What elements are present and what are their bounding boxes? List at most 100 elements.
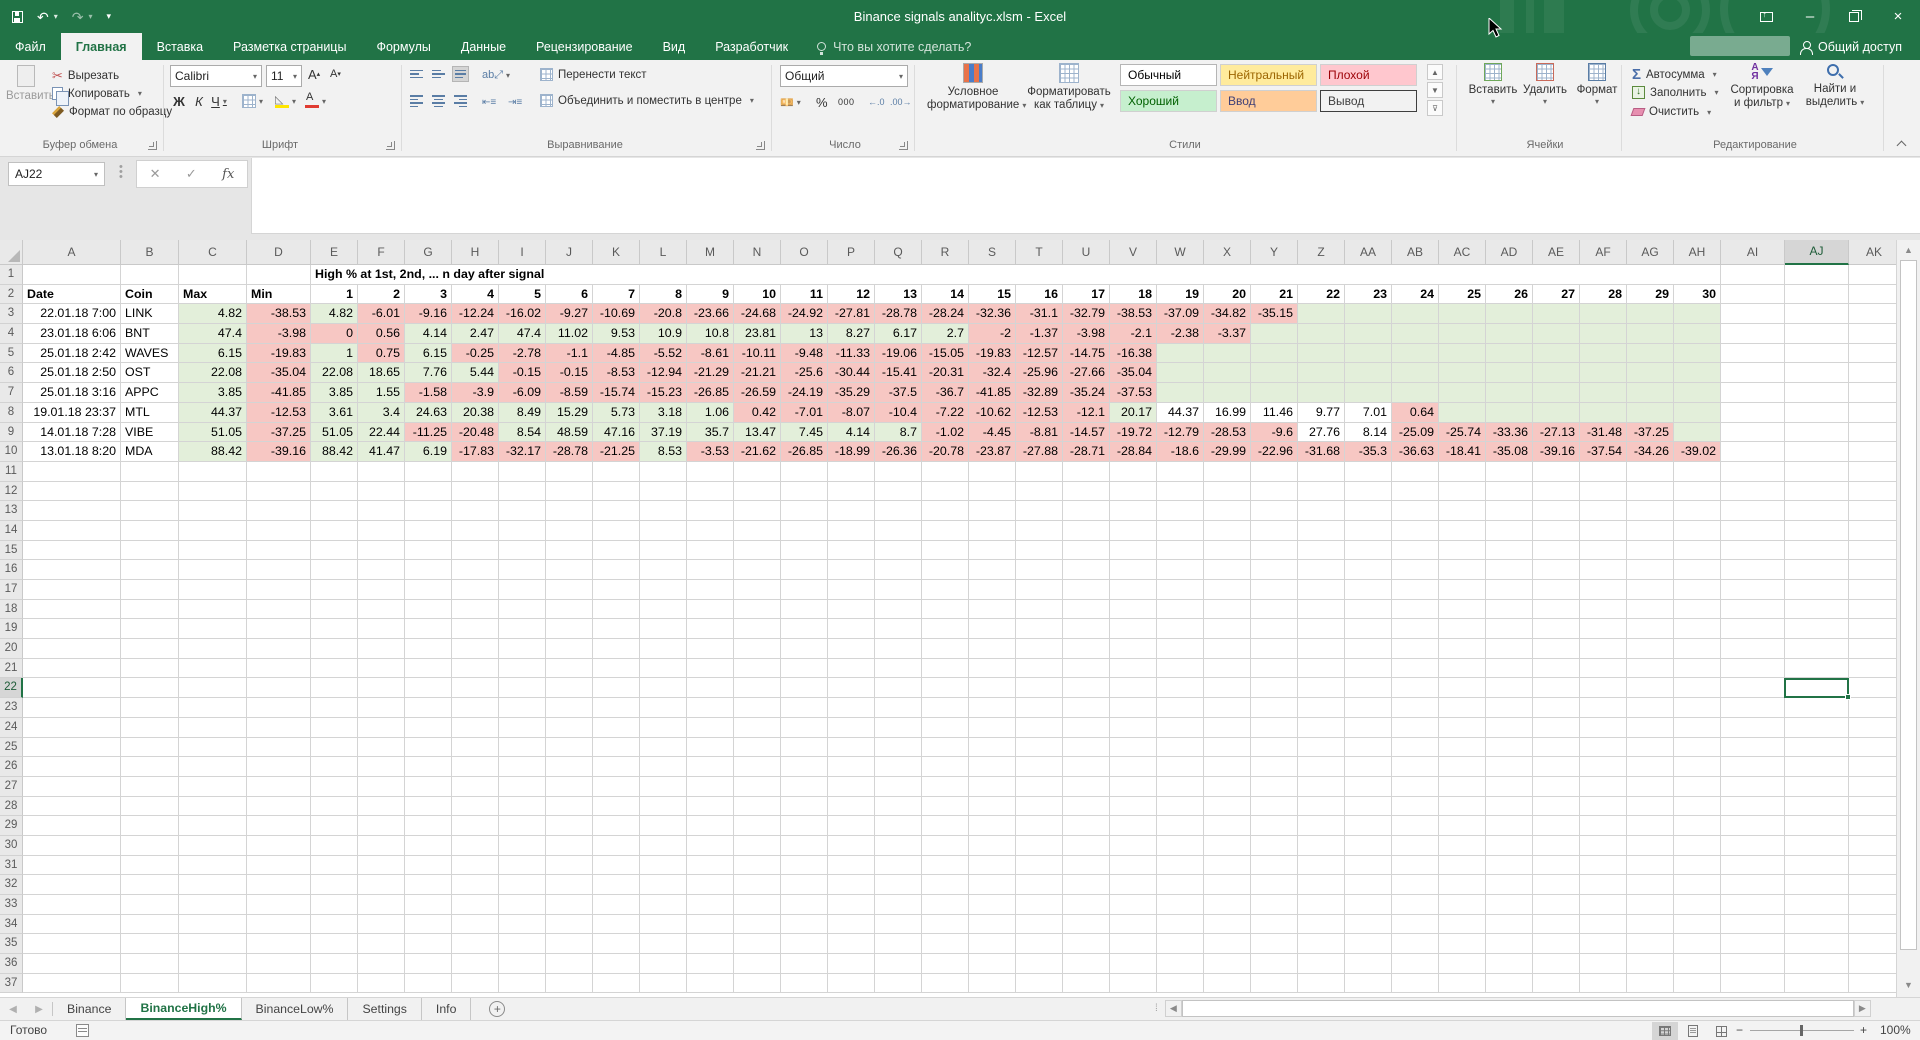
cell-H36[interactable] xyxy=(452,954,499,974)
cell-AF6[interactable] xyxy=(1580,363,1627,383)
cell-AK13[interactable] xyxy=(1849,501,1896,521)
cell-AA36[interactable] xyxy=(1345,954,1392,974)
cell-K18[interactable] xyxy=(593,600,640,620)
cell-R5[interactable]: -15.05 xyxy=(922,344,969,364)
cell-AJ1[interactable] xyxy=(1785,265,1849,285)
cell-Z18[interactable] xyxy=(1298,600,1345,620)
cell-V16[interactable] xyxy=(1110,560,1157,580)
cell-C29[interactable] xyxy=(179,816,247,836)
cell-AG37[interactable] xyxy=(1627,974,1674,994)
column-header-P[interactable]: P xyxy=(828,240,875,265)
cell-Z25[interactable] xyxy=(1298,738,1345,758)
cell-Z28[interactable] xyxy=(1298,797,1345,817)
cell-Y26[interactable] xyxy=(1251,757,1298,777)
cell-Y9[interactable]: -9.6 xyxy=(1251,423,1298,443)
cell-Z35[interactable] xyxy=(1298,934,1345,954)
cell-C20[interactable] xyxy=(179,639,247,659)
cell-A1[interactable] xyxy=(23,265,121,285)
cell-Y36[interactable] xyxy=(1251,954,1298,974)
cell-AB26[interactable] xyxy=(1392,757,1439,777)
cell-AK35[interactable] xyxy=(1849,934,1896,954)
cell-P15[interactable] xyxy=(828,541,875,561)
cell-U12[interactable] xyxy=(1063,482,1110,502)
cell-T24[interactable] xyxy=(1016,718,1063,738)
cell-J31[interactable] xyxy=(546,856,593,876)
cell-AK3[interactable] xyxy=(1849,304,1896,324)
cell-AE14[interactable] xyxy=(1533,521,1580,541)
cell-V29[interactable] xyxy=(1110,816,1157,836)
cell-AD33[interactable] xyxy=(1486,895,1533,915)
row-header-20[interactable]: 20 xyxy=(0,639,23,659)
cell-AB25[interactable] xyxy=(1392,738,1439,758)
cell-AG4[interactable] xyxy=(1627,324,1674,344)
cell-Y30[interactable] xyxy=(1251,836,1298,856)
borders-button[interactable] xyxy=(242,91,263,111)
cell-R21[interactable] xyxy=(922,659,969,679)
cell-P13[interactable] xyxy=(828,501,875,521)
column-header-M[interactable]: M xyxy=(687,240,734,265)
cell-Z16[interactable] xyxy=(1298,560,1345,580)
cell-F4[interactable]: 0.56 xyxy=(358,324,405,344)
cell-AK20[interactable] xyxy=(1849,639,1896,659)
cell-AG6[interactable] xyxy=(1627,363,1674,383)
cell-AG20[interactable] xyxy=(1627,639,1674,659)
cell-X6[interactable] xyxy=(1204,363,1251,383)
cell-U17[interactable] xyxy=(1063,580,1110,600)
cell-Q23[interactable] xyxy=(875,698,922,718)
column-header-H[interactable]: H xyxy=(452,240,499,265)
cell-A18[interactable] xyxy=(23,600,121,620)
cell-K9[interactable]: 47.16 xyxy=(593,423,640,443)
cell-AA25[interactable] xyxy=(1345,738,1392,758)
share-button[interactable]: Общий доступ xyxy=(1800,36,1902,57)
cell-L9[interactable]: 37.19 xyxy=(640,423,687,443)
cell-J25[interactable] xyxy=(546,738,593,758)
cell-AA2[interactable]: 23 xyxy=(1345,285,1392,305)
column-header-Q[interactable]: Q xyxy=(875,240,922,265)
cell-N2[interactable]: 10 xyxy=(734,285,781,305)
cell-E36[interactable] xyxy=(311,954,358,974)
row-header-33[interactable]: 33 xyxy=(0,895,23,915)
column-header-AG[interactable]: AG xyxy=(1627,240,1674,265)
cell-AB14[interactable] xyxy=(1392,521,1439,541)
cell-G18[interactable] xyxy=(405,600,452,620)
cell-S8[interactable]: -10.62 xyxy=(969,403,1016,423)
cell-AG15[interactable] xyxy=(1627,541,1674,561)
row-header-32[interactable]: 32 xyxy=(0,875,23,895)
cell-W33[interactable] xyxy=(1157,895,1204,915)
column-header-AC[interactable]: AC xyxy=(1439,240,1486,265)
cell-V15[interactable] xyxy=(1110,541,1157,561)
cell-A5[interactable]: 25.01.18 2:42 xyxy=(23,344,121,364)
cell-AA24[interactable] xyxy=(1345,718,1392,738)
column-header-B[interactable]: B xyxy=(121,240,179,265)
row-header-35[interactable]: 35 xyxy=(0,934,23,954)
cell-AE4[interactable] xyxy=(1533,324,1580,344)
cell-J17[interactable] xyxy=(546,580,593,600)
cell-AA4[interactable] xyxy=(1345,324,1392,344)
cell-D25[interactable] xyxy=(247,738,311,758)
cell-AC18[interactable] xyxy=(1439,600,1486,620)
cell-AJ6[interactable] xyxy=(1785,363,1849,383)
cell-AI36[interactable] xyxy=(1721,954,1785,974)
cell-Z13[interactable] xyxy=(1298,501,1345,521)
cell-B3[interactable]: LINK xyxy=(121,304,179,324)
cell-Q25[interactable] xyxy=(875,738,922,758)
vertical-scrollbar[interactable]: ▲ ▼ xyxy=(1896,240,1920,997)
cell-L34[interactable] xyxy=(640,915,687,935)
cell-A36[interactable] xyxy=(23,954,121,974)
cell-W11[interactable] xyxy=(1157,462,1204,482)
cell-Q17[interactable] xyxy=(875,580,922,600)
cell-O28[interactable] xyxy=(781,797,828,817)
cell-G28[interactable] xyxy=(405,797,452,817)
cell-AJ9[interactable] xyxy=(1785,423,1849,443)
cell-AA27[interactable] xyxy=(1345,777,1392,797)
cell-M11[interactable] xyxy=(687,462,734,482)
cell-J34[interactable] xyxy=(546,915,593,935)
cell-AE23[interactable] xyxy=(1533,698,1580,718)
cell-AI18[interactable] xyxy=(1721,600,1785,620)
cell-AH10[interactable]: -39.02 xyxy=(1674,442,1721,462)
ribbon-tab-вставка[interactable]: Вставка xyxy=(142,33,218,60)
cell-G31[interactable] xyxy=(405,856,452,876)
cell-R10[interactable]: -20.78 xyxy=(922,442,969,462)
row-header-1[interactable]: 1 xyxy=(0,265,23,285)
column-header-C[interactable]: C xyxy=(179,240,247,265)
